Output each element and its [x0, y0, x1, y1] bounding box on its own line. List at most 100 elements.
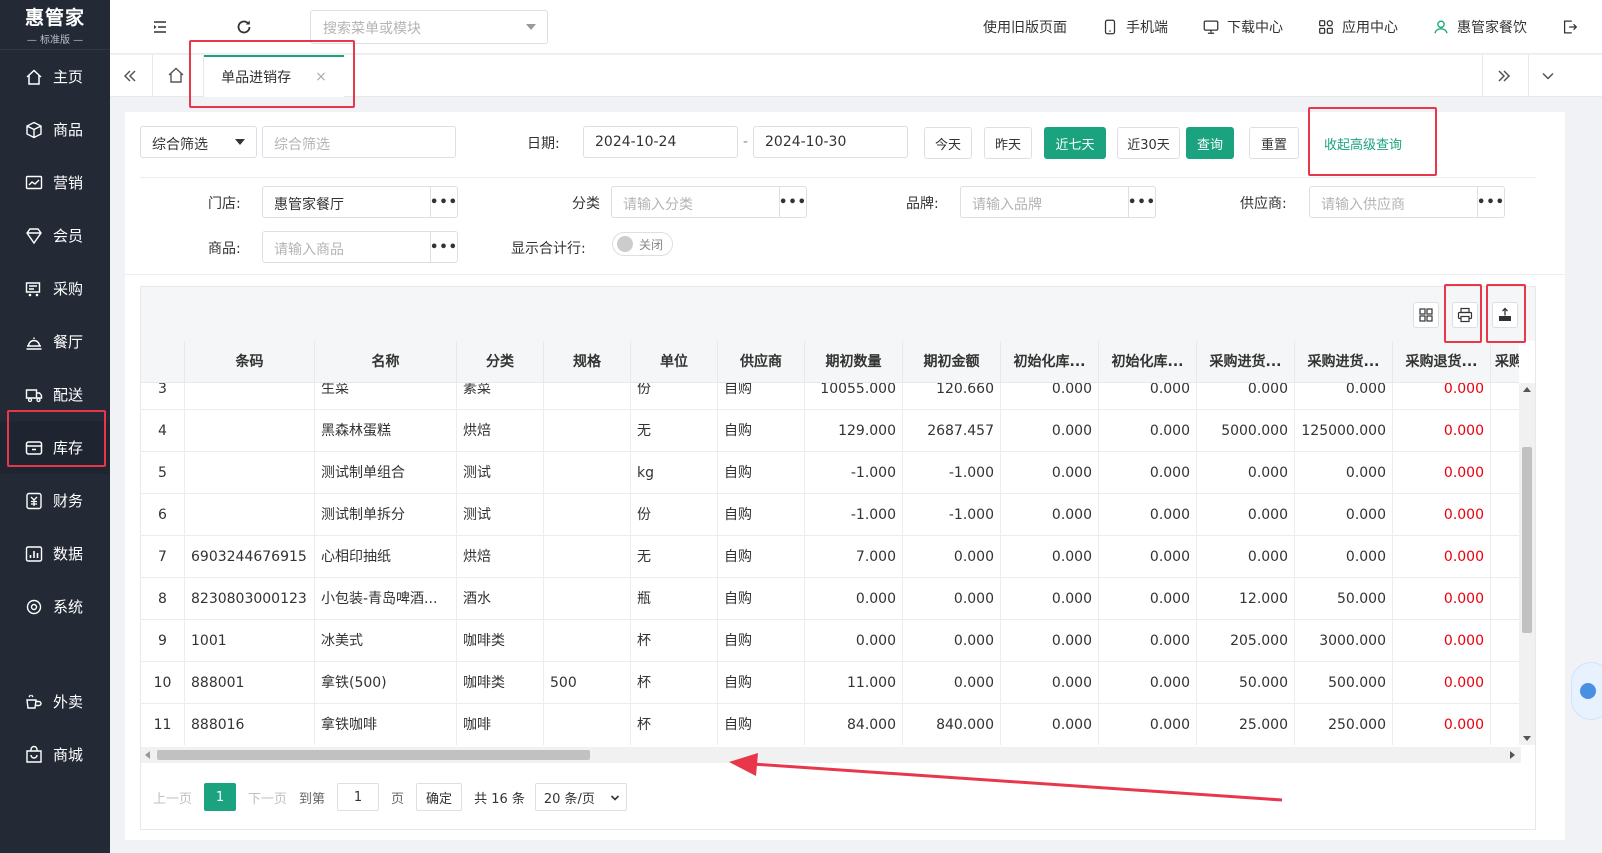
column-header[interactable] — [141, 341, 185, 382]
top-link-label: 手机端 — [1126, 20, 1168, 36]
scroll-up-icon[interactable] — [1523, 387, 1531, 392]
total-row-toggle[interactable]: 关闭 — [612, 232, 673, 256]
prev-page-button[interactable]: 上一页 — [153, 788, 192, 807]
category-field[interactable]: 请输入分类 ••• — [611, 186, 807, 218]
last-7-days-button[interactable]: 近七天 — [1044, 127, 1106, 159]
table-cell: 生菜 — [315, 383, 457, 410]
home-tab-icon[interactable] — [166, 65, 186, 85]
column-header[interactable]: 规格 — [544, 341, 631, 382]
supplier-field[interactable]: 请输入供应商 ••• — [1309, 186, 1505, 218]
table-cell: 8 — [141, 578, 185, 620]
top-link-1[interactable]: 手机端 — [1101, 17, 1168, 37]
column-header[interactable]: 初始化库... — [1099, 341, 1197, 382]
store-field[interactable]: 惠管家餐厅 ••• — [262, 186, 458, 218]
sidebar-item-0[interactable]: 主页 — [0, 50, 110, 103]
more-icon[interactable]: ••• — [430, 232, 457, 262]
sidebar-item-12[interactable]: 商城 — [0, 728, 110, 781]
column-header[interactable]: 期初数量 — [805, 341, 903, 382]
column-header[interactable]: 名称 — [315, 341, 457, 382]
sidebar-item-1[interactable]: 商品 — [0, 103, 110, 156]
column-header[interactable]: 采购退 — [1491, 341, 1519, 382]
sidebar-item-4[interactable]: 采购 — [0, 262, 110, 315]
top-link-label: 应用中心 — [1342, 20, 1398, 36]
yesterday-button[interactable]: 昨天 — [984, 127, 1032, 159]
horizontal-scrollbar[interactable] — [141, 747, 1521, 763]
sidebar-item-10[interactable]: 系统 — [0, 580, 110, 633]
refresh-icon[interactable] — [234, 17, 254, 37]
column-header[interactable]: 单位 — [631, 341, 718, 382]
scroll-right-icon[interactable] — [1510, 751, 1515, 759]
tab-single-product-inventory[interactable]: 单品进销存 × — [204, 55, 344, 97]
sidebar-item-6[interactable]: 配送 — [0, 368, 110, 421]
top-link-4[interactable]: 惠管家餐饮 — [1432, 17, 1527, 37]
top-link-3[interactable]: 应用中心 — [1317, 17, 1398, 37]
sidebar-item-8[interactable]: 财务 — [0, 474, 110, 527]
goto-confirm-button[interactable]: 确定 — [416, 783, 463, 811]
sidebar-item-3[interactable]: 会员 — [0, 209, 110, 262]
date-start-input[interactable]: 2024-10-24 — [583, 126, 738, 158]
date-end-input[interactable]: 2024-10-30 — [753, 126, 908, 158]
more-icon[interactable]: ••• — [1128, 187, 1155, 217]
assistant-robot-icon[interactable] — [1571, 662, 1602, 720]
next-page-button[interactable]: 下一页 — [248, 788, 287, 807]
column-header[interactable]: 采购进货... — [1197, 341, 1295, 382]
table-cell: 12.000 — [1197, 578, 1295, 620]
table-cell: 5 — [141, 452, 185, 494]
table-row[interactable]: 7 6903244676915 心相印抽纸 烘焙无自购 7.000 0.000 0.000 0… — [141, 536, 1519, 578]
column-header[interactable]: 分类 — [457, 341, 544, 382]
table-row[interactable]: 4 黑森林蛋糕 烘焙无自购 129.000 2687.457 0.000 0.000 5000… — [141, 410, 1519, 452]
current-page-button[interactable]: 1 — [204, 783, 237, 811]
column-header[interactable]: 初始化库... — [1001, 341, 1099, 382]
filter-type-select[interactable]: 综合筛选 — [140, 126, 257, 158]
sidebar-item-5[interactable]: 餐厅 — [0, 315, 110, 368]
goto-page-input[interactable]: 1 — [337, 783, 380, 811]
table-row[interactable]: 10 888001 拿铁(500) 咖啡类 500 杯自购 11.000 0.000 0.000… — [141, 662, 1519, 704]
column-header[interactable]: 条码 — [185, 341, 315, 382]
table-row[interactable]: 6 测试制单拆分 测试份自购 -1.000 -1.000 0.000 0.000 0.000 0… — [141, 494, 1519, 536]
table-row[interactable]: 5 测试制单组合 测试 kg 自购 -1.000 -1.000 0.000 0.000 0.000… — [141, 452, 1519, 494]
more-icon[interactable]: ••• — [430, 187, 457, 217]
table-row[interactable]: 8 8230803000123 小包装-青岛啤酒... 酒水瓶自购 0.000 0.000… — [141, 578, 1519, 620]
reset-button[interactable]: 重置 — [1249, 127, 1299, 159]
vertical-scroll-thumb[interactable] — [1522, 447, 1532, 633]
brand-logo[interactable]: 惠管家 — 标准版 — — [0, 0, 110, 50]
sidebar-item-7[interactable]: 库存 — [0, 421, 110, 474]
product-field[interactable]: 请输入商品 ••• — [262, 231, 458, 263]
table-row[interactable]: 3 生菜 素菜份自购 10055.000 120.660 0.000 0.000 0.000 0… — [141, 383, 1519, 410]
table-row[interactable]: 11 888016 拿铁咖啡 咖啡杯自购 84.000 840.000 0.000 0.000… — [141, 704, 1519, 745]
today-button[interactable]: 今天 — [924, 127, 972, 159]
sidebar-item-11[interactable]: 外卖 — [0, 675, 110, 728]
query-button[interactable]: 查询 — [1186, 127, 1234, 159]
more-icon[interactable]: ••• — [779, 187, 806, 217]
table-row[interactable]: 9 1001 冰美式 咖啡类杯自购 0.000 0.000 0.000 0.000 205.00… — [141, 620, 1519, 662]
scroll-down-icon[interactable] — [1523, 736, 1531, 741]
collapse-advanced-query-link[interactable]: 收起高级查询 — [1324, 134, 1402, 153]
page-size-select[interactable]: 20 条/页 — [534, 783, 627, 811]
double-chevron-left-icon[interactable] — [120, 66, 140, 86]
column-header[interactable]: 采购进货... — [1295, 341, 1393, 382]
column-settings-button[interactable] — [1413, 302, 1439, 328]
menu-search-select[interactable]: 搜索菜单或模块 — [310, 10, 548, 44]
sidebar-item-2[interactable]: 营销 — [0, 156, 110, 209]
scroll-left-icon[interactable] — [145, 751, 150, 759]
table-cell: 6 — [141, 494, 185, 536]
vertical-scrollbar[interactable] — [1519, 383, 1535, 745]
close-icon[interactable]: × — [315, 69, 327, 85]
brand-field[interactable]: 请输入品牌 ••• — [960, 186, 1156, 218]
export-button[interactable] — [1492, 302, 1518, 328]
double-chevron-right-icon[interactable] — [1494, 66, 1514, 86]
last-30-days-button[interactable]: 近30天 — [1117, 127, 1180, 159]
column-header[interactable]: 供应商 — [718, 341, 805, 382]
filter-keyword-input[interactable]: 综合筛选 — [262, 126, 456, 158]
chevron-down-icon[interactable] — [1538, 66, 1558, 86]
column-header[interactable]: 采购退货... — [1393, 341, 1491, 382]
horizontal-scroll-thumb[interactable] — [157, 750, 590, 760]
more-icon[interactable]: ••• — [1477, 187, 1504, 217]
top-link-2[interactable]: 下载中心 — [1202, 17, 1283, 37]
sidebar-item-9[interactable]: 数据 — [0, 527, 110, 580]
column-header[interactable]: 期初金额 — [903, 341, 1001, 382]
print-button[interactable] — [1452, 302, 1478, 328]
top-link-0[interactable]: 使用旧版页面 — [983, 17, 1067, 37]
logout-icon[interactable] — [1561, 18, 1586, 36]
menu-fold-icon[interactable] — [150, 17, 170, 37]
